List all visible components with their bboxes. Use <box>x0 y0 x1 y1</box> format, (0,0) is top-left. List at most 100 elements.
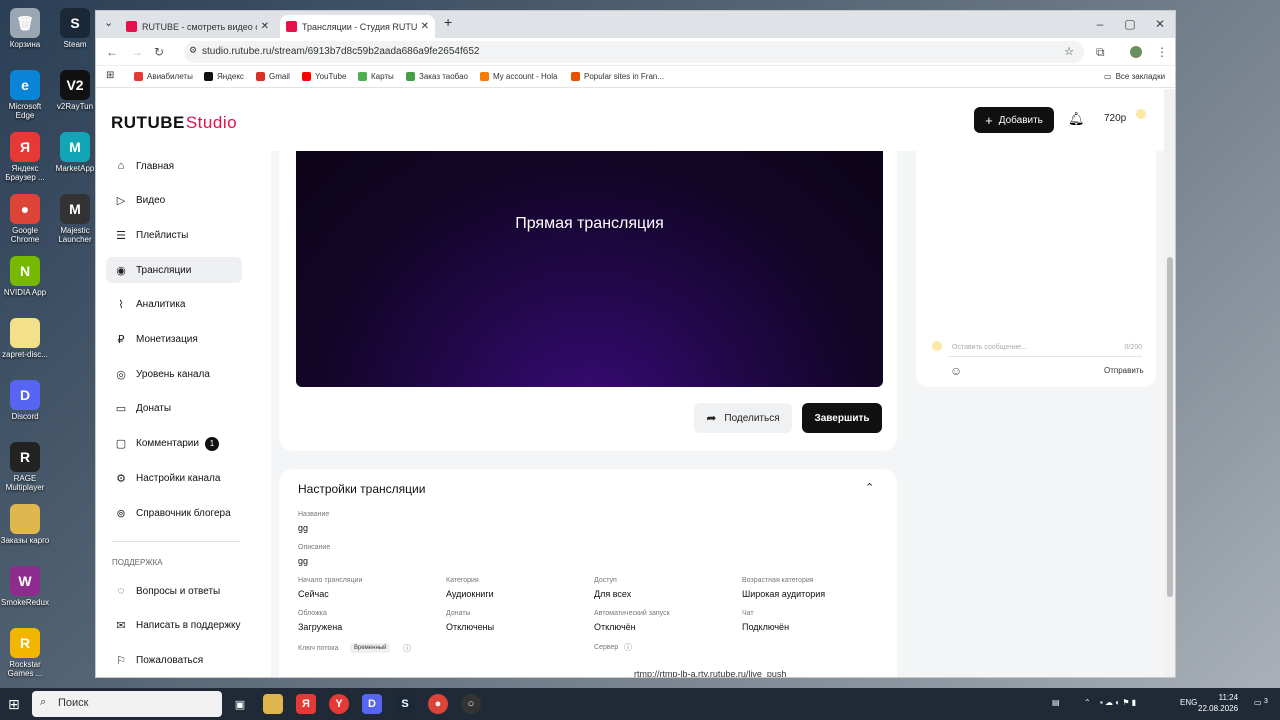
sidebar-item[interactable]: ◎ Уровень канала <box>106 361 242 387</box>
obs-icon[interactable]: ○ <box>461 694 481 714</box>
tab-rutube[interactable]: RUTUBE - смотреть видео онлайн ✕ <box>120 15 275 38</box>
sidebar-item[interactable]: ⊚ Справочник блогера <box>106 500 242 526</box>
bookmark-item[interactable]: My account - Hola <box>480 72 557 81</box>
resolution-indicator[interactable]: 720p <box>1104 113 1126 124</box>
clock[interactable]: 11:24 22.08.2026 <box>1198 692 1238 714</box>
setting-value: Отключены <box>446 622 495 632</box>
tray-chevron-icon[interactable]: ⌃ <box>1084 698 1091 707</box>
desktop-icon[interactable]: S Steam <box>50 8 100 49</box>
playlist-icon: ☰ <box>116 229 126 242</box>
all-bookmarks[interactable]: ▭ Все закладки <box>1104 72 1165 81</box>
profile-avatar[interactable] <box>1130 46 1142 58</box>
add-button[interactable]: + Добавить <box>974 107 1054 133</box>
stream-player[interactable]: Прямая трансляция <box>296 151 883 387</box>
setting-value: Сейчас <box>298 589 329 599</box>
sidebar-item[interactable]: ⌂ Главная <box>106 153 242 179</box>
desktop-icon[interactable]: M MarketApp <box>50 132 100 173</box>
chat-message-input[interactable]: Оставить сообщение... 0/200 <box>948 339 1142 357</box>
sidebar-item[interactable]: ⚙ Настройки канала <box>106 465 242 491</box>
bookmark-item[interactable]: Заказ таобао <box>406 72 468 81</box>
desktop-icon[interactable]: W SmokeRedux <box>0 566 50 607</box>
site-info-icon[interactable]: ⚙ <box>189 45 197 56</box>
help-icon[interactable]: ⓘ <box>403 643 411 654</box>
extensions-icon[interactable]: ⧉ <box>1096 45 1105 60</box>
help-icon[interactable]: ⓘ <box>624 642 632 653</box>
tab-studio[interactable]: Трансляции - Студия RUTUBE ✕ <box>280 15 435 38</box>
address-bar[interactable]: ⚙ studio.rutube.ru/stream/6913b7d8c59b2a… <box>184 41 1084 63</box>
language-indicator[interactable]: ENG <box>1180 698 1197 707</box>
emoji-icon[interactable]: ☺ <box>950 364 962 378</box>
tab-close-icon[interactable]: ✕ <box>421 21 429 32</box>
setting-label: Начало трансляции <box>298 577 363 584</box>
minimize-icon[interactable]: – <box>1090 17 1110 31</box>
taskbar-search[interactable]: ⌕ Поиск <box>32 691 222 717</box>
share-button[interactable]: ➦ Поделиться <box>694 403 792 433</box>
desktop-icon[interactable]: Я Яндекс Браузер ... <box>0 132 50 182</box>
bookmark-item[interactable]: Яндекс <box>204 72 244 81</box>
bookmark-star-icon[interactable]: ☆ <box>1064 45 1074 58</box>
scrollbar-thumb[interactable] <box>1167 257 1173 597</box>
desktop-icon[interactable]: ● Google Chrome <box>0 194 50 244</box>
bookmark-item[interactable]: YouTube <box>302 72 346 81</box>
sidebar-item[interactable]: ⌇ Аналитика <box>106 292 242 318</box>
apps-grid-icon[interactable]: ⊞ <box>106 70 114 81</box>
yandex-browser-icon[interactable]: Я <box>296 694 316 714</box>
back-icon[interactable]: ← <box>106 45 118 59</box>
close-window-icon[interactable]: ✕ <box>1150 17 1170 31</box>
windows-start-icon[interactable]: ⊞ <box>8 696 20 713</box>
tab-close-icon[interactable]: ✕ <box>261 21 269 32</box>
desktop-icon[interactable]: zapret-disc... <box>0 318 50 359</box>
forward-icon[interactable]: → <box>131 45 143 59</box>
sidebar-item[interactable]: ▭ Донаты <box>106 396 242 422</box>
page-scrollbar[interactable] <box>1164 89 1175 677</box>
sidebar-item[interactable]: ₽ Монетизация <box>106 327 242 353</box>
explorer-icon[interactable] <box>263 694 283 714</box>
desktop-icon[interactable]: V2 v2RayTun <box>50 70 100 111</box>
desktop-icon[interactable]: D Discord <box>0 380 50 421</box>
chat-send-button[interactable]: Отправить <box>1104 366 1144 375</box>
sidebar-item[interactable]: ▢ Комментарии 1 <box>106 431 242 457</box>
desktop-icon[interactable]: Заказы карго <box>0 504 50 545</box>
desktop-icon[interactable]: e Microsoft Edge <box>0 70 50 120</box>
task-view-icon[interactable]: ▣ <box>230 694 250 714</box>
maximize-icon[interactable]: ▢ <box>1120 17 1140 31</box>
logo-studio: Studio <box>185 113 238 132</box>
sidebar-item[interactable]: ▷ Видео <box>106 188 242 214</box>
tray-app-icon[interactable]: ▤ <box>1052 698 1060 707</box>
user-avatar[interactable] <box>1136 109 1146 119</box>
sidebar-item[interactable]: ◌ Вопросы и ответы <box>106 578 242 604</box>
bookmark-item[interactable]: Карты <box>358 72 394 81</box>
bookmark-item[interactable]: Авиабилеты <box>134 72 193 81</box>
sidebar-item[interactable]: ☰ Плейлисты <box>106 222 242 248</box>
reload-icon[interactable]: ↻ <box>154 45 164 59</box>
desktop-icon[interactable]: 🗑 Корзина <box>0 8 50 49</box>
desktop-icon[interactable]: N NVIDIA App <box>0 256 50 297</box>
bookmark-item[interactable]: Popular sites in Fran... <box>571 72 664 81</box>
steam-icon[interactable]: S <box>395 694 415 714</box>
sidebar-item[interactable]: ⚐ Пожаловаться <box>106 647 242 673</box>
discord-icon[interactable]: D <box>362 694 382 714</box>
plus-icon: + <box>985 112 993 128</box>
chat-placeholder: Оставить сообщение... <box>952 344 1027 351</box>
nvidia-icon: N <box>10 256 40 286</box>
tray-icons[interactable]: ▪ ☁ ◐ ⚑ ▮ <box>1100 698 1136 707</box>
yandex-icon[interactable]: Y <box>329 694 349 714</box>
finish-button[interactable]: Завершить <box>802 403 882 433</box>
tab-search-chevron-icon[interactable]: ⌄ <box>104 16 113 29</box>
sidebar-item[interactable]: ◉ Трансляции <box>106 257 242 284</box>
bookmark-favicon-icon <box>480 72 489 81</box>
browser-menu-icon[interactable]: ⋮ <box>1156 45 1168 59</box>
rutube-studio-logo[interactable]: RUTUBEStudio <box>111 113 237 133</box>
desktop-icon[interactable]: M Majestic Launcher <box>50 194 100 244</box>
donate-icon: ▭ <box>115 403 127 416</box>
chrome-icon[interactable]: ● <box>428 694 448 714</box>
sidebar-item[interactable]: ✉ Написать в поддержку <box>106 613 242 639</box>
desktop-icon[interactable]: R RAGE Multiplayer <box>0 442 50 492</box>
new-tab-button[interactable]: + <box>444 14 452 30</box>
desktop-icon-label: v2RayTun <box>56 102 94 111</box>
chevron-up-icon[interactable]: ⌃ <box>865 481 874 494</box>
bookmark-item[interactable]: Gmail <box>256 72 290 81</box>
desktop-icon[interactable]: R Rockstar Games ... <box>0 628 50 678</box>
bell-icon[interactable]: 🔔︎ <box>1068 111 1085 127</box>
notifications-icon[interactable]: ▭ <box>1254 698 1262 707</box>
